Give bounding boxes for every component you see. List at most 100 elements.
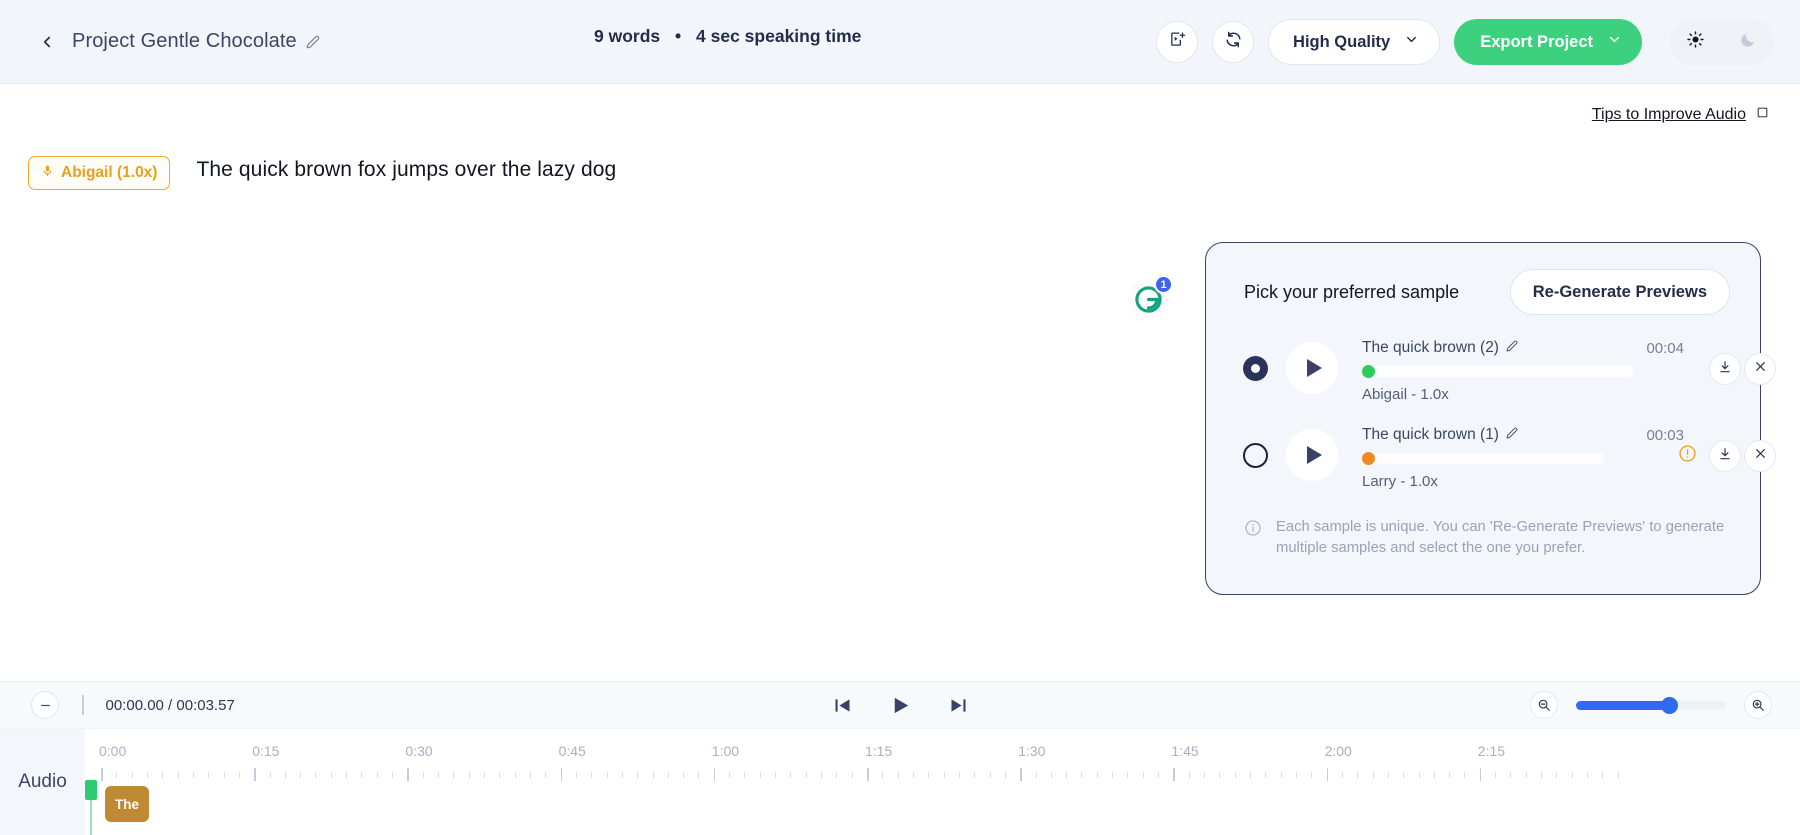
- close-x-icon: [1754, 360, 1767, 378]
- export-project-button[interactable]: Export Project: [1454, 19, 1642, 65]
- timeline-ruler: Audio The 0:00 0:15 0:30 0:45 1:00 1:15 1:30 1:…: [0, 729, 1800, 835]
- ruler-tick-minor: [1571, 772, 1573, 778]
- ruler-tick-minor: [361, 772, 363, 778]
- moon-icon[interactable]: [1739, 31, 1757, 54]
- download-button[interactable]: [1709, 353, 1741, 385]
- skip-next-icon[interactable]: [948, 695, 969, 716]
- theme-toggle[interactable]: [1670, 19, 1774, 65]
- ruler-tick-minor: [346, 772, 348, 778]
- ruler-tick-minor: [1050, 772, 1052, 778]
- ruler-tick-minor: [821, 772, 823, 778]
- sample-info: The quick brown (1) 00:03 Larry - 1.0x: [1362, 426, 1684, 490]
- ruler-tick-minor: [1311, 772, 1313, 778]
- zoom-out-icon[interactable]: [1530, 691, 1558, 719]
- voice-tag[interactable]: Abigail (1.0x): [28, 156, 171, 190]
- play-button[interactable]: [889, 694, 912, 717]
- sample-name-row: The quick brown (1) 00:03: [1362, 426, 1684, 444]
- zoom-in-icon[interactable]: [1744, 691, 1772, 719]
- ruler-tick-minor: [1372, 772, 1374, 778]
- ruler-tick-minor: [1295, 772, 1297, 778]
- sample-progress-bar[interactable]: [1362, 452, 1604, 465]
- ruler-tick-minor: [330, 772, 332, 778]
- pencil-edit-icon[interactable]: [306, 35, 320, 49]
- sample-progress-knob[interactable]: [1362, 365, 1375, 378]
- warning-info-icon[interactable]: [1678, 444, 1697, 468]
- sample-name-row: The quick brown (2) 00:04: [1362, 339, 1684, 357]
- sample-duration: 00:04: [1646, 340, 1684, 357]
- ruler-tick-minor: [1510, 772, 1512, 778]
- ruler-tick-minor: [729, 772, 731, 778]
- sample-panel-note: Each sample is unique. You can 'Re-Gener…: [1244, 517, 1730, 560]
- ruler-tick-minor: [284, 772, 286, 778]
- download-button[interactable]: [1709, 440, 1741, 472]
- pencil-edit-icon[interactable]: [1506, 339, 1518, 357]
- refresh-circle-icon: [1224, 30, 1243, 54]
- ruler-tick-minor: [453, 772, 455, 778]
- ruler-tick-minor: [1250, 772, 1251, 778]
- ruler-tick-minor: [514, 772, 516, 778]
- external-window-icon: [1756, 106, 1769, 124]
- regenerate-button[interactable]: [1212, 21, 1255, 63]
- ruler-tick-minor: [1066, 772, 1068, 778]
- ruler-tick-label: 2:00: [1324, 743, 1352, 759]
- chevron-down-icon: [1404, 32, 1419, 52]
- ruler-tick-minor: [744, 772, 746, 778]
- re-generate-previews-button[interactable]: Re-Generate Previews: [1509, 269, 1730, 315]
- ruler-tick-minor: [468, 772, 470, 778]
- audio-clip[interactable]: The: [105, 786, 149, 822]
- ruler-tick-minor: [1495, 772, 1497, 778]
- sample-progress-bar[interactable]: [1362, 365, 1634, 378]
- tips-to-improve-audio-link[interactable]: Tips to Improve Audio: [1592, 106, 1769, 124]
- sample-progress-knob[interactable]: [1362, 452, 1375, 465]
- export-label: Export Project: [1480, 32, 1593, 51]
- ruler-tick-label: 0:30: [405, 743, 433, 759]
- ruler-tick-label: 1:00: [711, 743, 740, 759]
- ruler-tick-minor: [606, 772, 608, 778]
- ruler-tick-minor: [1617, 772, 1619, 778]
- ruler-tick-minor: [1112, 772, 1114, 778]
- grammarly-badge: 1: [1154, 275, 1173, 294]
- ruler-tick-minor: [897, 772, 899, 778]
- ruler-tick-minor: [238, 772, 240, 778]
- sample-radio-unselected[interactable]: [1243, 443, 1268, 468]
- remove-sample-button[interactable]: [1744, 353, 1776, 385]
- quality-selector[interactable]: High Quality: [1268, 19, 1441, 65]
- script-line: Abigail (1.0x) The quick brown fox jumps…: [28, 156, 616, 190]
- remove-sample-button[interactable]: [1744, 440, 1776, 472]
- ruler-tick-major: [1326, 768, 1329, 781]
- sample-play-button[interactable]: [1286, 342, 1338, 394]
- back-button[interactable]: [32, 27, 62, 57]
- skip-previous-icon[interactable]: [832, 695, 853, 716]
- ruler-tick-minor: [882, 772, 884, 778]
- zoom-slider-knob[interactable]: [1661, 696, 1678, 714]
- download-icon: [1718, 447, 1732, 466]
- ruler-tick-major: [713, 768, 716, 781]
- playhead-handle[interactable]: [85, 780, 97, 800]
- ruler-tick-minor: [300, 772, 302, 778]
- sun-icon[interactable]: [1687, 31, 1704, 53]
- script-text[interactable]: The quick brown fox jumps over the lazy …: [196, 158, 616, 182]
- ruler-tick-minor: [146, 772, 148, 778]
- ruler-tick-minor: [1418, 772, 1420, 778]
- ruler-tick-label: 0:15: [252, 743, 280, 759]
- ruler-tick-minor: [1541, 772, 1543, 778]
- download-icon: [1718, 360, 1732, 379]
- page-title: Project Gentle Chocolate: [72, 30, 297, 52]
- ruler-tick-minor: [116, 772, 118, 778]
- add-media-button[interactable]: [1156, 21, 1199, 63]
- sample-voice: Larry - 1.0x: [1362, 473, 1438, 490]
- ruler-tick-minor: [591, 772, 593, 778]
- ruler-tick-minor: [1127, 772, 1129, 778]
- sample-radio-selected[interactable]: [1243, 356, 1268, 381]
- sample-play-button[interactable]: [1286, 429, 1338, 481]
- zoom-slider[interactable]: [1576, 696, 1726, 714]
- ruler-area[interactable]: The 0:00 0:15 0:30 0:45 1:00 1:15 1:30 1:45 2:00…: [85, 729, 1800, 835]
- ruler-tick-minor: [1004, 772, 1006, 778]
- ruler-tick-minor: [775, 772, 777, 778]
- ruler-tick-minor: [1158, 772, 1160, 778]
- ruler-tick-minor: [958, 772, 960, 778]
- ruler-tick-major: [1173, 768, 1175, 781]
- microphone-icon: [41, 164, 54, 183]
- grammarly-g-icon[interactable]: 1: [1128, 275, 1173, 319]
- pencil-edit-icon[interactable]: [1506, 426, 1518, 444]
